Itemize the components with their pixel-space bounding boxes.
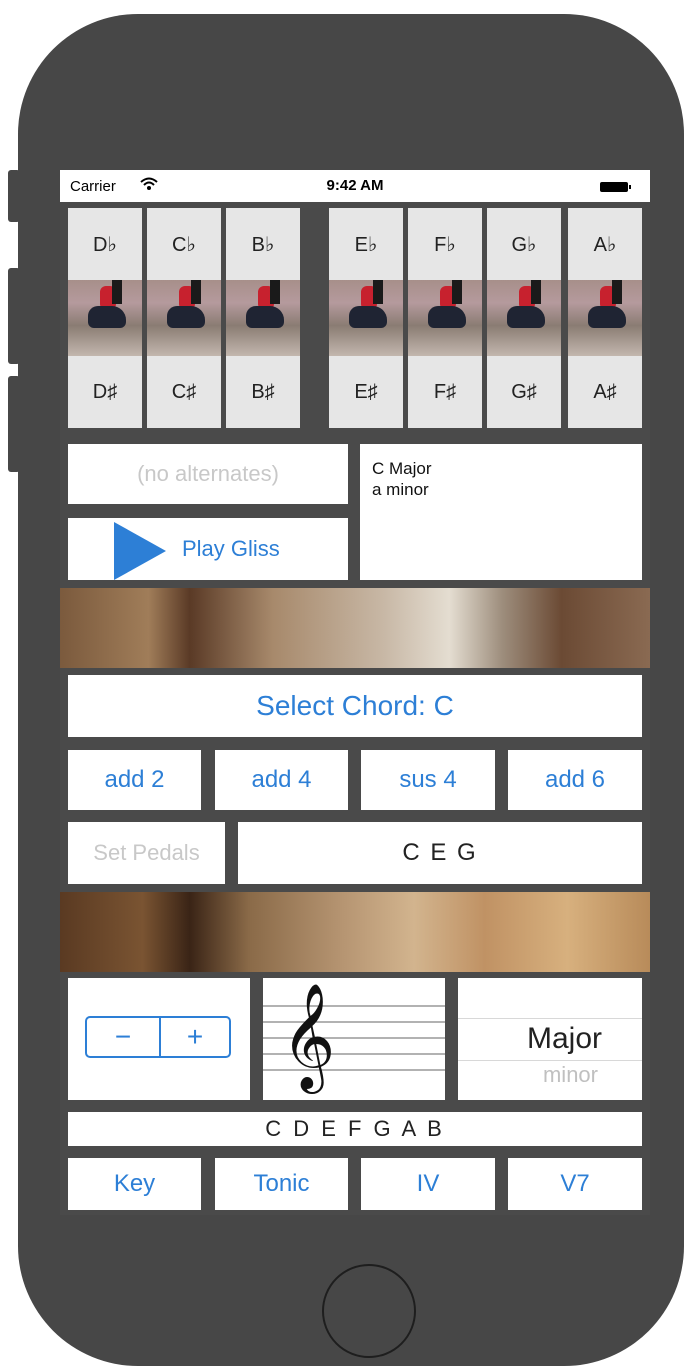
pedal-c: C♭ C♯ [147,208,221,428]
pedal-b: B♭ B♯ [226,208,300,428]
play-icon [114,522,166,580]
stepper: − + [85,1016,231,1058]
pedal-photo [226,280,300,356]
treble-clef-icon: 𝄞 [281,982,336,1089]
picker-line [458,1018,642,1019]
app-screen: Carrier 9:42 AM D♭ D♯ C♭ C♯ B♭ B♯ E♭ E♯ … [60,170,650,1215]
chord-notes-display: C E G [238,822,642,884]
v7-button[interactable]: V7 [508,1158,642,1210]
home-button[interactable] [322,1264,416,1358]
status-time: 9:42 AM [326,177,384,194]
background-photo [60,892,650,972]
play-gliss-label: Play Gliss [182,536,280,561]
add-6-button[interactable]: add 6 [508,750,642,810]
chord-info-panel: C Major a minor [360,444,642,580]
pedal-sharp-button[interactable]: D♯ [68,356,142,428]
picker-option: minor [542,1062,598,1084]
pedal-sharp-button[interactable]: G♯ [487,356,561,428]
pedal-e: E♭ E♯ [329,208,403,428]
pedal-flat-button[interactable]: E♭ [329,208,403,280]
battery-icon [600,182,631,192]
pedal-a: A♭ A♯ [568,208,642,428]
chord-info-line: a minor [372,480,429,499]
pedal-f: F♭ F♯ [408,208,482,428]
transpose-panel: − + [68,978,250,1100]
pedal-photo [147,280,221,356]
key-button[interactable]: Key [68,1158,201,1210]
status-bar: Carrier 9:42 AM [60,170,650,202]
scale-notes-display: C D E F G A B [68,1112,642,1146]
sus-4-button[interactable]: sus 4 [361,750,495,810]
select-chord-button[interactable]: Select Chord: C [68,675,642,737]
stepper-minus-button[interactable]: − [87,1018,159,1056]
pedal-flat-button[interactable]: C♭ [147,208,221,280]
add-4-button[interactable]: add 4 [215,750,348,810]
pedal-photo [329,280,403,356]
pedal-d: D♭ D♯ [68,208,142,428]
background-photo [60,588,650,668]
pedal-sharp-button[interactable]: A♯ [568,356,642,428]
pedal-photo [408,280,482,356]
pedal-sharp-button[interactable]: E♯ [329,356,403,428]
staff-panel: 𝄞 [263,978,445,1100]
pedal-photo [487,280,561,356]
pedal-sharp-button[interactable]: C♯ [147,356,221,428]
picker-selected: Major [526,1022,602,1055]
pedal-photo [568,280,642,356]
stepper-plus-button[interactable]: + [161,1018,229,1056]
set-pedals-button[interactable]: Set Pedals [68,822,225,884]
chord-info-line: C Major [372,459,432,478]
add-2-button[interactable]: add 2 [68,750,201,810]
tonic-button[interactable]: Tonic [215,1158,348,1210]
pedal-flat-button[interactable]: A♭ [568,208,642,280]
pedal-flat-button[interactable]: B♭ [226,208,300,280]
mode-picker[interactable]: Major minor [458,978,642,1100]
pedal-sharp-button[interactable]: F♯ [408,356,482,428]
alternates-button[interactable]: (no alternates) [68,444,348,504]
pedal-sharp-button[interactable]: B♯ [226,356,300,428]
picker-line [458,1060,642,1061]
pedal-flat-button[interactable]: D♭ [68,208,142,280]
pedal-photo [68,280,142,356]
pedal-flat-button[interactable]: F♭ [408,208,482,280]
iv-button[interactable]: IV [361,1158,495,1210]
pedal-flat-button[interactable]: G♭ [487,208,561,280]
pedal-g: G♭ G♯ [487,208,561,428]
play-gliss-button[interactable]: Play Gliss [68,518,348,580]
